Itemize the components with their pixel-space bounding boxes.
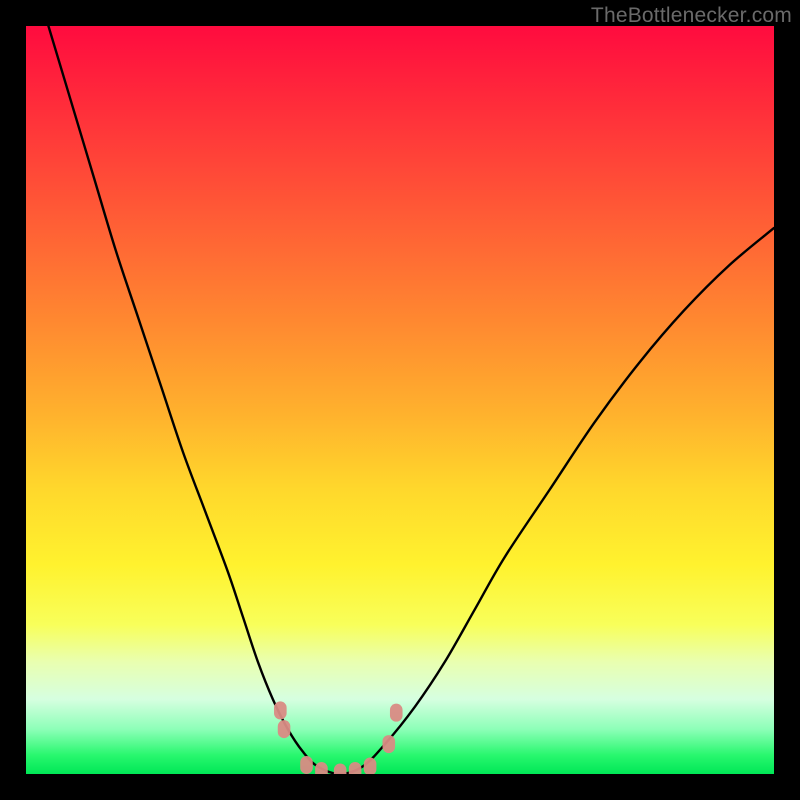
plot-area (26, 26, 774, 774)
bottleneck-curve-path (48, 26, 774, 774)
watermark-text: TheBottlenecker.com (591, 4, 792, 28)
data-marker (349, 762, 362, 774)
data-marker (390, 704, 403, 722)
data-marker (278, 720, 291, 738)
data-marker (334, 764, 347, 775)
data-marker (315, 762, 328, 774)
chart-frame: TheBottlenecker.com (0, 0, 800, 800)
bottleneck-curve-svg (26, 26, 774, 774)
data-marker (382, 735, 395, 753)
data-marker (364, 758, 377, 774)
data-marker (274, 701, 287, 719)
data-marker (300, 756, 313, 774)
